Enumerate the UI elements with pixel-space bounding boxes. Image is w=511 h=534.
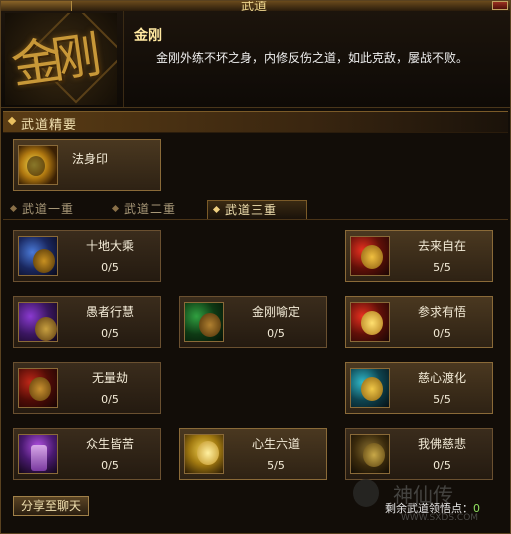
skill-level: 0/5 bbox=[433, 459, 451, 472]
emblem-text: 金刚 bbox=[7, 26, 96, 96]
red-gold-icon bbox=[350, 302, 390, 342]
skill-card[interactable]: 众生皆苦 0/5 bbox=[13, 428, 161, 480]
skill-name: 慈心渡化 bbox=[417, 371, 466, 385]
close-button[interactable] bbox=[492, 1, 508, 10]
essence-section-header: 武道精要 bbox=[3, 111, 508, 133]
skill-card[interactable]: 去来自在 5/5 bbox=[345, 230, 493, 282]
skill-title: 金刚 bbox=[134, 28, 162, 44]
skill-emblem: 金刚 bbox=[5, 13, 117, 105]
skill-card[interactable]: 心生六道 5/5 bbox=[179, 428, 327, 480]
skill-name: 心生六道 bbox=[251, 437, 300, 451]
skill-level: 5/5 bbox=[433, 261, 451, 274]
skill-name: 愚者行慧 bbox=[85, 305, 134, 319]
essence-skill-card[interactable]: 法身印 bbox=[13, 139, 161, 191]
diamond-icon bbox=[9, 204, 18, 213]
remaining-points-value: 0 bbox=[473, 502, 480, 515]
purple-spin-icon bbox=[18, 302, 58, 342]
essence-skill-name: 法身印 bbox=[71, 152, 108, 166]
window-title: 武道 bbox=[241, 1, 268, 11]
green-claw-icon bbox=[184, 302, 224, 342]
skill-header: 金刚 金刚 金刚外练不坏之身，内修反伤之道，如此克敌，屡战不败。 bbox=[1, 11, 510, 108]
skill-name: 金刚喻定 bbox=[251, 305, 300, 319]
skill-level: 0/5 bbox=[101, 393, 119, 406]
skill-description-panel: 金刚 金刚外练不坏之身，内修反伤之道，如此克敌，屡战不败。 bbox=[123, 11, 511, 107]
skill-level: 5/5 bbox=[267, 459, 285, 472]
gold-sand-icon bbox=[350, 434, 390, 474]
red-gold-icon bbox=[18, 368, 58, 408]
skill-card[interactable]: 十地大乘 0/5 bbox=[13, 230, 161, 282]
skill-card[interactable]: 参求有悟 0/5 bbox=[345, 296, 493, 348]
diamond-icon bbox=[212, 205, 221, 214]
tab-tier-2[interactable]: 武道二重 bbox=[107, 200, 203, 218]
purple-pillar-icon bbox=[18, 434, 58, 474]
skill-card[interactable]: 金刚喻定 0/5 bbox=[179, 296, 327, 348]
skill-name: 参求有悟 bbox=[417, 305, 466, 319]
skill-description: 金刚外练不坏之身，内修反伤之道，如此克敌，屡战不败。 bbox=[156, 51, 469, 65]
skill-card[interactable]: 慈心渡化 5/5 bbox=[345, 362, 493, 414]
red-gold-icon bbox=[350, 236, 390, 276]
watermark-mascot-icon bbox=[353, 479, 379, 507]
skill-level: 0/5 bbox=[433, 327, 451, 340]
gold-sand-icon bbox=[184, 434, 224, 474]
skill-name: 我佛慈悲 bbox=[417, 437, 466, 451]
skill-card[interactable]: 我佛慈悲 0/5 bbox=[345, 428, 493, 480]
title-bar-ornament bbox=[1, 1, 72, 11]
tier-tabs: 武道一重 武道二重 武道三重 bbox=[3, 199, 508, 220]
skill-card[interactable]: 无量劫 0/5 bbox=[13, 362, 161, 414]
skill-level: 0/5 bbox=[267, 327, 285, 340]
diamond-icon bbox=[7, 116, 17, 126]
skill-name: 十地大乘 bbox=[85, 239, 134, 253]
tab-label: 武道二重 bbox=[124, 202, 177, 216]
skill-name: 去来自在 bbox=[417, 239, 466, 253]
skill-level: 0/5 bbox=[101, 327, 119, 340]
share-to-chat-button[interactable]: 分享至聊天 bbox=[13, 496, 89, 516]
tab-label: 武道一重 bbox=[22, 202, 75, 216]
skill-name: 众生皆苦 bbox=[85, 437, 134, 451]
skill-level: 0/5 bbox=[101, 459, 119, 472]
tab-label: 武道三重 bbox=[225, 203, 278, 217]
golden-seal-icon bbox=[18, 145, 58, 185]
tab-tier-1[interactable]: 武道一重 bbox=[5, 200, 101, 218]
skill-name: 无量劫 bbox=[91, 371, 128, 385]
skill-window: 武道 金刚 金刚 金刚外练不坏之身，内修反伤之道，如此克敌，屡战不败。 武道精要… bbox=[0, 0, 511, 534]
teal-gold-icon bbox=[350, 368, 390, 408]
title-bar[interactable]: 武道 bbox=[1, 1, 510, 11]
skill-level: 5/5 bbox=[433, 393, 451, 406]
tab-tier-3[interactable]: 武道三重 bbox=[207, 200, 307, 219]
remaining-points-label: 剩余武道领悟点： bbox=[385, 502, 473, 515]
blue-orb-icon bbox=[18, 236, 58, 276]
essence-section-label: 武道精要 bbox=[21, 118, 78, 133]
diamond-icon bbox=[111, 204, 120, 213]
skill-card[interactable]: 愚者行慧 0/5 bbox=[13, 296, 161, 348]
remaining-points: 剩余武道领悟点：0 bbox=[385, 500, 480, 516]
skill-level: 0/5 bbox=[101, 261, 119, 274]
